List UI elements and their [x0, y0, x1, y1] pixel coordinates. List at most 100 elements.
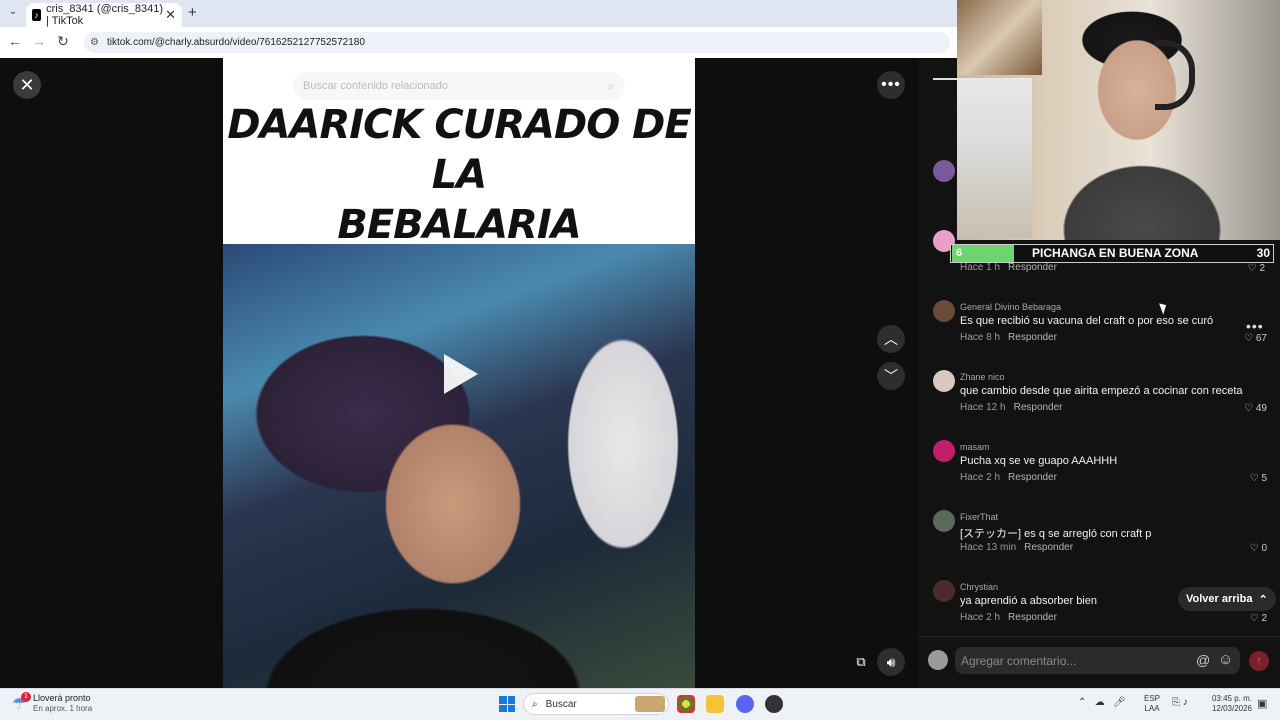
clock[interactable]: 03:45 p. m. 12/03/2026 — [1204, 694, 1252, 714]
system-tray[interactable]: ⌃ ☁ 🎤︎ — [1078, 697, 1131, 708]
lang-top: ESP — [1144, 694, 1161, 703]
comment-more-icon[interactable]: ••• — [1246, 318, 1264, 334]
back-to-top-button[interactable]: Volver arriba ⌃ — [1178, 587, 1276, 611]
wall-poster — [957, 0, 1042, 75]
new-tab-button[interactable]: + — [188, 4, 197, 21]
tiktok-favicon-icon: ♪ — [32, 9, 42, 21]
app-icon[interactable] — [765, 695, 783, 713]
back-to-top-label: Volver arriba — [1186, 593, 1253, 605]
avatar[interactable] — [933, 510, 955, 532]
like-count-value: 5 — [1261, 473, 1267, 484]
comment-author[interactable]: Zhane nico — [960, 372, 1005, 382]
video-player[interactable]: Buscar contenido relacionado ⌕ DAARICK C… — [223, 58, 695, 688]
related-search-placeholder: Buscar contenido relacionado — [303, 80, 448, 92]
comment-time: Hace 12 h — [960, 402, 1006, 413]
like-count-value: 67 — [1255, 333, 1267, 344]
webcam-overlay — [957, 0, 1280, 240]
double-chevron-up-icon: ⌃ — [1258, 593, 1268, 606]
address-bar[interactable]: ⚙ tiktok.com/@charly.absurdo/video/76162… — [84, 32, 950, 53]
reply-button[interactable]: Responder — [1008, 332, 1057, 343]
tab-close-icon[interactable]: ✕ — [165, 7, 176, 23]
user-avatar[interactable] — [928, 650, 948, 670]
site-info-icon[interactable]: ⚙ — [90, 37, 99, 48]
tab-title: cris_8341 (@cris_8341) | TikTok — [46, 3, 164, 27]
comment-text: que cambio desde que airita empezó a coc… — [960, 385, 1243, 397]
comment-author[interactable]: masam — [960, 442, 990, 452]
like-count[interactable]: ♡ 49 — [1227, 403, 1267, 414]
pip-icon[interactable]: ⧉ — [847, 648, 875, 676]
video-title: DAARICK CURADO DE LA BEBALARIA — [223, 100, 695, 250]
send-icon[interactable]: ↑ — [1249, 651, 1269, 671]
like-count-value: 49 — [1255, 403, 1267, 414]
video-frame — [223, 244, 695, 688]
avatar[interactable] — [933, 440, 955, 462]
chrome-icon[interactable] — [677, 695, 695, 713]
network-volume-icons[interactable]: ⎘ ♪ — [1172, 697, 1188, 708]
comment-text: [ステッカー] es q se arregló con craft p — [960, 528, 1152, 540]
url-text: tiktok.com/@charly.absurdo/video/7616252… — [106, 37, 365, 48]
search-highlight-image — [635, 696, 665, 712]
chevron-down-icon[interactable]: ﹀ — [877, 362, 905, 390]
comment-time: Hace 1 h — [960, 262, 1001, 273]
tab-search-icon[interactable]: ⌄ — [6, 6, 20, 20]
comment-author[interactable]: FixerThat — [960, 512, 998, 522]
clock-date: 12/03/2026 — [1211, 704, 1252, 713]
avatar[interactable] — [933, 160, 955, 182]
like-count[interactable]: ♡ 2 — [1225, 263, 1265, 274]
comment-time: Hace 13 min — [960, 542, 1017, 553]
score-right: 30 — [1256, 246, 1270, 260]
search-icon: ⌕ — [532, 698, 538, 710]
play-icon[interactable] — [444, 354, 478, 394]
score-title: PICHANGA EN BUENA ZONA — [1032, 246, 1199, 260]
comment-time: Hace 2 h — [960, 472, 1001, 483]
avatar[interactable] — [933, 580, 955, 602]
comment-text: Es que recibió su vacuna del craft o por… — [960, 315, 1214, 327]
comment-author[interactable]: General Divino Bebaraga — [960, 302, 1061, 312]
comment-text: Pucha xq se ve guapo AAAHHH — [960, 455, 1118, 467]
back-icon[interactable]: ← — [6, 33, 24, 49]
close-icon[interactable]: ✕ — [13, 71, 41, 99]
score-left: 6 — [952, 245, 1014, 262]
weather-title[interactable]: Lloverá pronto — [33, 693, 91, 703]
reply-button[interactable]: Responder — [1024, 542, 1073, 553]
avatar[interactable] — [933, 300, 955, 322]
reply-button[interactable]: Responder — [1008, 262, 1057, 273]
comment-meta: Hace 2 h Responder — [960, 472, 1057, 483]
video-title-line1: DAARICK CURADO DE LA — [227, 102, 691, 198]
like-count[interactable]: ♡ 5 — [1227, 473, 1267, 484]
browser-tab[interactable]: ♪ cris_8341 (@cris_8341) | TikTok ✕ — [26, 3, 182, 27]
notification-icon[interactable]: ▣ — [1257, 697, 1267, 710]
chevron-up-icon[interactable]: ︿ — [877, 325, 905, 353]
reply-button[interactable]: Responder — [1008, 472, 1057, 483]
at-icon[interactable]: @ — [1196, 652, 1210, 668]
video-title-line2: BEBALARIA — [337, 202, 581, 248]
weather-badge: 1 — [21, 692, 31, 702]
volume-icon[interactable]: 🔊︎ — [877, 648, 905, 676]
like-count[interactable]: ♡ 67 — [1227, 333, 1267, 344]
clock-time: 03:45 p. m. — [1211, 694, 1252, 703]
forward-icon[interactable]: → — [30, 33, 48, 49]
related-search-input[interactable]: Buscar contenido relacionado ⌕ — [293, 72, 625, 100]
comment-author[interactable]: Chrystian — [960, 582, 998, 592]
like-count[interactable]: ♡ 2 — [1227, 613, 1267, 624]
reload-icon[interactable]: ↻ — [54, 33, 72, 50]
taskbar-search[interactable]: ⌕ Buscar — [523, 693, 669, 715]
discord-icon[interactable] — [736, 695, 754, 713]
like-count-value: 2 — [1259, 263, 1265, 274]
more-icon[interactable]: ••• — [877, 71, 905, 99]
comment-meta: Hace 12 h Responder — [960, 402, 1063, 413]
language-indicator[interactable]: ESP LAA — [1144, 694, 1160, 714]
windows-start-icon[interactable] — [499, 696, 515, 712]
file-explorer-icon[interactable] — [706, 695, 724, 713]
emoji-icon[interactable]: ☺ — [1218, 651, 1233, 668]
avatar[interactable] — [933, 370, 955, 392]
like-count[interactable]: ♡ 0 — [1227, 543, 1267, 554]
like-count-value: 0 — [1261, 543, 1267, 554]
comment-meta: Hace 8 h Responder — [960, 332, 1057, 343]
tab-indicator — [933, 78, 957, 80]
comment-time: Hace 8 h — [960, 332, 1001, 343]
lang-bottom: LAA — [1144, 704, 1160, 713]
reply-button[interactable]: Responder — [1014, 402, 1063, 413]
comment-meta: Hace 1 h Responder — [960, 262, 1057, 273]
reply-button[interactable]: Responder — [1008, 612, 1057, 623]
